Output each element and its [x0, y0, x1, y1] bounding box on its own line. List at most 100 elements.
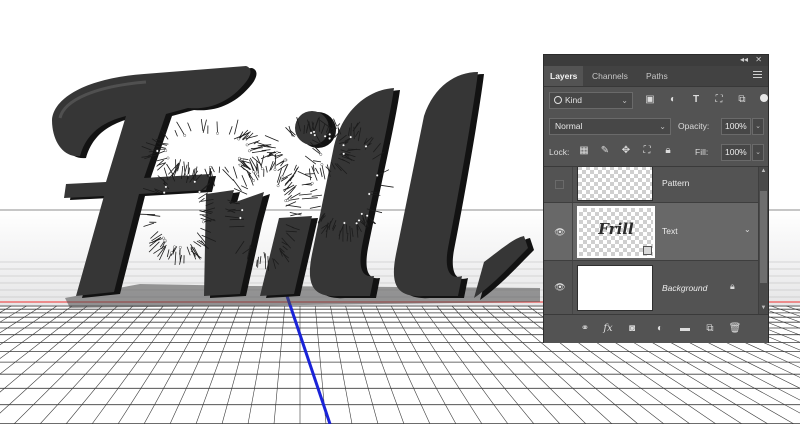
smart-object-badge-icon: [643, 246, 652, 255]
double-chevron-icon[interactable]: ◂◂: [740, 55, 748, 64]
layer-name-background[interactable]: Background: [662, 283, 707, 293]
lock-position-icon[interactable]: ✥: [619, 144, 633, 158]
layers-scrollbar[interactable]: ▲ ▼: [758, 167, 768, 315]
fill-label: Fill:: [695, 147, 709, 157]
layer-filter-row: Kind ⌄ ▣ ◐ T ⛶ ⧉: [549, 92, 768, 110]
visibility-column-divider: [572, 167, 573, 202]
trash-icon[interactable]: 🗑︎: [728, 322, 742, 336]
lock-icon[interactable]: 🔒︎: [730, 281, 735, 292]
type-filter-icon[interactable]: T: [689, 93, 703, 107]
chevron-down-icon[interactable]: ⌄: [744, 225, 751, 234]
link-icon[interactable]: ⚭: [578, 322, 592, 336]
tab-paths[interactable]: Paths: [640, 66, 674, 86]
frill-control-point: [201, 220, 205, 224]
adjustment-layer-icon[interactable]: ◐: [653, 322, 667, 336]
frill-control-point: [237, 137, 241, 141]
shape-filter-icon[interactable]: ⛶: [712, 93, 726, 107]
frill-control-point: [280, 175, 284, 179]
frill-control-point: [198, 190, 201, 194]
tab-layers[interactable]: Layers: [544, 66, 584, 86]
frill-control-point: [162, 191, 166, 195]
frill-control-point: [367, 192, 371, 196]
frill-strand: [139, 213, 156, 216]
frill-control-point: [209, 165, 212, 169]
frill-control-point: [216, 131, 219, 135]
frill-control-point: [320, 163, 324, 167]
layer-row-background[interactable]: 👁︎ Background 🔒︎: [544, 261, 758, 315]
layers-bottom-bar: ⚭ fx ◙ ◐ ▬ ⧉ 🗑︎: [544, 314, 768, 343]
folder-icon[interactable]: ▬: [678, 322, 692, 336]
frill-control-point: [173, 245, 176, 249]
adjustment-filter-icon[interactable]: ◐: [666, 93, 680, 107]
frill-control-point: [178, 245, 182, 249]
layer-row-pattern[interactable]: Pattern: [544, 167, 758, 203]
layer-name-pattern[interactable]: Pattern: [662, 178, 689, 188]
eye-icon[interactable]: 👁︎: [554, 226, 566, 238]
frill-control-point: [357, 218, 361, 222]
frill-control-point: [166, 156, 170, 160]
frill-control-point: [170, 251, 174, 255]
frill-control-point: [260, 167, 264, 171]
frill-control-point: [275, 150, 279, 154]
frill-control-point: [349, 135, 353, 139]
panel-menu-icon[interactable]: [753, 71, 762, 80]
frill-control-point: [283, 158, 287, 162]
close-icon[interactable]: ✕: [755, 55, 762, 64]
panel-title-bar: ◂◂ ✕: [544, 55, 768, 66]
frill-control-point: [252, 179, 255, 182]
lock-row: Lock: ▦ ✎ ✥ ⛶ 🔒︎ Fill: 100% ⌄: [549, 144, 764, 162]
frill-control-point: [161, 236, 165, 240]
scroll-down-icon[interactable]: ▼: [759, 305, 768, 311]
frill-control-point: [323, 134, 327, 138]
frill-control-point: [245, 143, 249, 147]
frill-control-point: [364, 144, 368, 148]
frill-control-point: [183, 133, 187, 137]
frill-strand: [229, 218, 245, 221]
layer-row-text[interactable]: 👁︎ Frill Text ⌄: [544, 203, 758, 261]
frill-control-point: [273, 168, 277, 171]
tab-channels[interactable]: Channels: [586, 66, 634, 86]
frill-control-point: [256, 172, 260, 176]
frill-control-point: [355, 221, 358, 225]
fill-input[interactable]: 100%: [721, 144, 751, 161]
image-filter-icon[interactable]: ▣: [643, 93, 657, 107]
mask-icon[interactable]: ◙: [625, 322, 639, 336]
frill-control-point: [252, 170, 256, 174]
scrollbar-thumb[interactable]: [760, 191, 767, 283]
opacity-dropdown-icon[interactable]: ⌄: [752, 118, 764, 135]
lock-image-icon[interactable]: ✎: [598, 144, 612, 158]
opacity-input[interactable]: 100%: [721, 118, 751, 135]
scroll-up-icon[interactable]: ▲: [759, 168, 768, 174]
eye-icon[interactable]: 👁︎: [554, 281, 566, 293]
frill-control-point: [365, 214, 369, 218]
frill-control-point: [335, 125, 339, 129]
smart-object-filter-icon[interactable]: ⧉: [735, 93, 749, 107]
chevron-down-icon: ⌄: [621, 96, 628, 105]
visibility-column-divider: [572, 203, 573, 260]
blend-mode-select[interactable]: Normal ⌄: [549, 118, 671, 135]
lock-transparent-icon[interactable]: ▦: [577, 144, 591, 158]
visibility-column-divider: [572, 261, 573, 314]
layers-panel: ◂◂ ✕ Layers Channels Paths Kind ⌄ ▣ ◐ T …: [543, 54, 769, 343]
new-layer-icon[interactable]: ⧉: [703, 322, 717, 336]
frill-control-point: [186, 173, 190, 177]
frill-control-point: [328, 132, 332, 136]
frill-control-point: [313, 133, 317, 137]
filter-kind-select[interactable]: Kind ⌄: [549, 92, 633, 109]
visibility-toggle-empty[interactable]: [555, 180, 564, 189]
frill-strand: [216, 121, 218, 134]
filter-toggle-icon[interactable]: [760, 94, 768, 102]
fx-icon[interactable]: fx: [601, 322, 615, 336]
lock-all-icon[interactable]: 🔒︎: [661, 144, 675, 158]
frill-control-point: [342, 143, 345, 147]
lock-artboard-icon[interactable]: ⛶: [640, 144, 654, 158]
thumbnail-text: Frill: [598, 220, 634, 238]
blend-row: Normal ⌄ Opacity: 100% ⌄: [549, 118, 764, 136]
layer-name-text[interactable]: Text: [662, 226, 678, 236]
layer-thumbnail-background: [577, 265, 653, 311]
frill-control-point: [240, 208, 244, 212]
frill-control-point: [319, 152, 323, 156]
fill-dropdown-icon[interactable]: ⌄: [752, 144, 764, 161]
panel-tabs: Layers Channels Paths: [544, 66, 768, 87]
frill-control-point: [164, 185, 168, 189]
